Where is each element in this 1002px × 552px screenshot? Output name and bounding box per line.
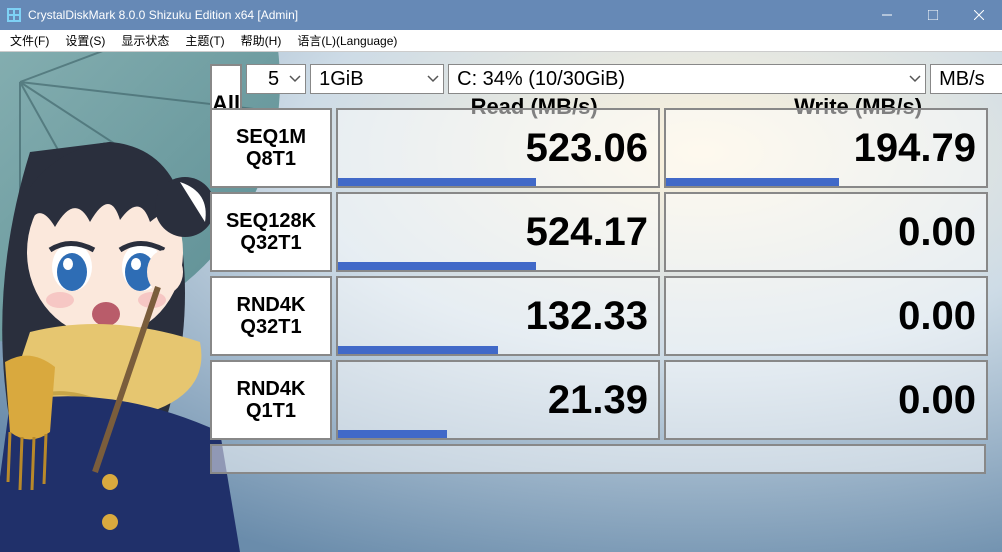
test-button-3[interactable]: RND4KQ1T1 bbox=[210, 360, 332, 440]
close-button[interactable] bbox=[956, 0, 1002, 30]
test-button-1[interactable]: SEQ128KQ32T1 bbox=[210, 192, 332, 272]
app-icon bbox=[6, 7, 22, 23]
test-row: RND4KQ1T1 21.39 0.00 bbox=[210, 360, 990, 440]
test-button-0[interactable]: SEQ1MQ8T1 bbox=[210, 108, 332, 188]
read-result: 524.17 bbox=[336, 192, 660, 272]
drive-select[interactable]: C: 34% (10/30GiB) bbox=[448, 64, 926, 94]
test-label-1: RND4K bbox=[237, 378, 306, 400]
titlebar: CrystalDiskMark 8.0.0 Shizuku Edition x6… bbox=[0, 0, 1002, 30]
write-result: 0.00 bbox=[664, 192, 988, 272]
chevron-down-icon bbox=[289, 73, 301, 85]
menu-file[interactable]: 文件(F) bbox=[2, 30, 57, 51]
write-bar bbox=[666, 178, 839, 186]
read-bar bbox=[338, 178, 536, 186]
test-size-select[interactable]: 1GiB bbox=[310, 64, 444, 94]
read-result: 132.33 bbox=[336, 276, 660, 356]
read-value: 132.33 bbox=[526, 294, 648, 339]
read-bar bbox=[338, 262, 536, 270]
read-result: 523.06 bbox=[336, 108, 660, 188]
minimize-button[interactable] bbox=[864, 0, 910, 30]
test-row: SEQ128KQ32T1 524.17 0.00 bbox=[210, 192, 990, 272]
chevron-down-icon bbox=[427, 73, 439, 85]
test-count-value: 5 bbox=[268, 68, 279, 91]
test-button-2[interactable]: RND4KQ32T1 bbox=[210, 276, 332, 356]
write-value: 0.00 bbox=[898, 294, 976, 339]
read-value: 524.17 bbox=[526, 210, 648, 255]
read-value: 523.06 bbox=[526, 126, 648, 171]
drive-value: C: 34% (10/30GiB) bbox=[457, 68, 625, 91]
write-value: 0.00 bbox=[898, 210, 976, 255]
read-bar bbox=[338, 430, 447, 438]
write-result: 0.00 bbox=[664, 276, 988, 356]
test-label-2: Q32T1 bbox=[240, 232, 301, 254]
test-label-1: SEQ128K bbox=[226, 210, 316, 232]
test-label-1: SEQ1M bbox=[236, 126, 306, 148]
test-label-2: Q8T1 bbox=[246, 148, 296, 170]
write-value: 0.00 bbox=[898, 378, 976, 423]
test-size-value: 1GiB bbox=[319, 68, 363, 91]
menu-theme[interactable]: 主题(T) bbox=[177, 30, 232, 51]
test-count-select[interactable]: 5 bbox=[246, 64, 306, 94]
test-label-2: Q32T1 bbox=[240, 316, 301, 338]
read-result: 21.39 bbox=[336, 360, 660, 440]
menubar: 文件(F) 设置(S) 显示状态 主题(T) 帮助(H) 语言(L)(Langu… bbox=[0, 30, 1002, 52]
menu-settings[interactable]: 设置(S) bbox=[57, 30, 113, 51]
read-value: 21.39 bbox=[548, 378, 648, 423]
status-footer bbox=[210, 444, 986, 474]
menu-help[interactable]: 帮助(H) bbox=[233, 30, 290, 51]
write-value: 194.79 bbox=[854, 126, 976, 171]
write-result: 194.79 bbox=[664, 108, 988, 188]
benchmark-panel: All 5 1GiB C: 34% (10/30GiB) bbox=[210, 64, 990, 474]
test-row: SEQ1MQ8T1 523.06 194.79 bbox=[210, 108, 990, 188]
test-label-2: Q1T1 bbox=[246, 400, 296, 422]
content-area: All 5 1GiB C: 34% (10/30GiB) bbox=[0, 52, 1002, 552]
write-result: 0.00 bbox=[664, 360, 988, 440]
menu-language[interactable]: 语言(L)(Language) bbox=[289, 30, 405, 51]
unit-select[interactable]: MB/s bbox=[930, 64, 1002, 94]
window-title: CrystalDiskMark 8.0.0 Shizuku Edition x6… bbox=[28, 8, 864, 22]
read-bar bbox=[338, 346, 498, 354]
unit-value: MB/s bbox=[939, 68, 985, 91]
test-label-1: RND4K bbox=[237, 294, 306, 316]
chevron-down-icon bbox=[909, 73, 921, 85]
menu-view[interactable]: 显示状态 bbox=[113, 30, 177, 51]
maximize-button[interactable] bbox=[910, 0, 956, 30]
test-row: RND4KQ32T1 132.33 0.00 bbox=[210, 276, 990, 356]
